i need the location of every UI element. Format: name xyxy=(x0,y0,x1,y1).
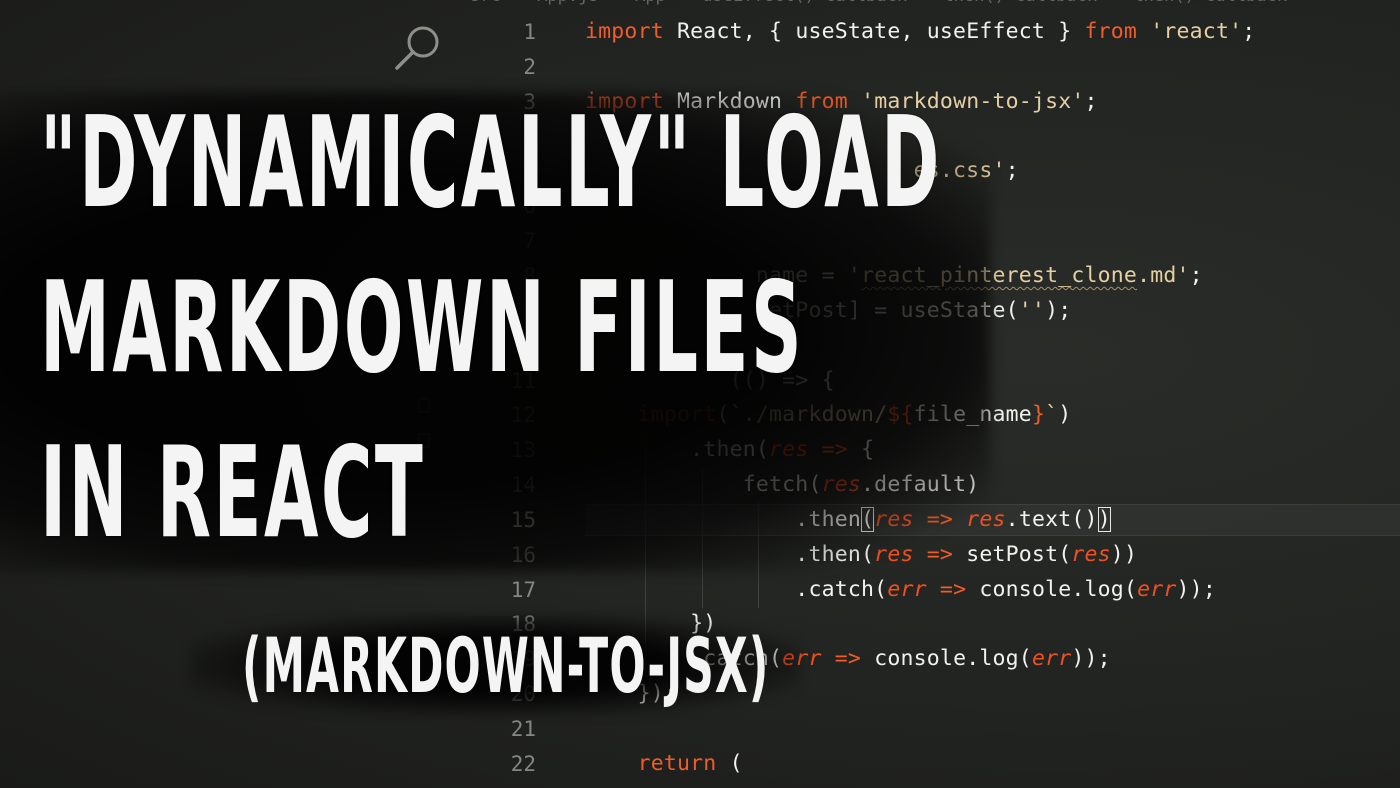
code-token: res xyxy=(1071,541,1111,567)
code-line[interactable]: 21 xyxy=(0,711,1400,747)
code-token: console.log( xyxy=(966,576,1138,602)
code-line[interactable]: 1 import React, { useState, useEffect } f… xyxy=(0,14,1400,50)
line-number: 17 xyxy=(510,577,536,602)
code-token: ); xyxy=(1045,297,1072,323)
code-token: err xyxy=(1031,646,1072,672)
code-token: console.log( xyxy=(861,646,1032,672)
code-token: ` xyxy=(1045,402,1059,428)
code-token: )) xyxy=(1110,541,1138,567)
line-code: import React, { useState, useEffect } fr… xyxy=(585,14,1255,50)
line-number: 1 xyxy=(523,20,536,44)
thumbnail: src ›App.js ›App ›useEffect() callback ›… xyxy=(0,0,1400,788)
code-token: => xyxy=(939,576,967,602)
line-number: 21 xyxy=(510,717,536,741)
title-line-1: "DYNAMICALLY" LOAD xyxy=(40,89,942,236)
code-token: .catch( xyxy=(585,576,888,602)
code-token: ( xyxy=(716,750,743,776)
code-token: ; xyxy=(1242,19,1256,44)
subtitle: (MARKDOWN-TO-JSX) xyxy=(242,621,770,710)
code-token: )); xyxy=(1071,646,1111,672)
code-token: ) xyxy=(1097,506,1111,532)
code-token: => xyxy=(834,646,862,672)
code-token: ; xyxy=(1189,262,1203,288)
code-token: ) xyxy=(1058,402,1072,428)
code-token: React, { useState, useEffect } xyxy=(663,19,1085,44)
line-number: 22 xyxy=(510,751,536,776)
code-token: ; xyxy=(1005,158,1019,184)
title-line-2: MARKDOWN FILES xyxy=(40,254,805,401)
code-token: import xyxy=(585,19,664,44)
code-token: .text() xyxy=(1005,506,1098,532)
code-token: from xyxy=(1084,19,1138,44)
code-token: err xyxy=(1137,576,1177,602)
line-number: 2 xyxy=(523,54,536,79)
code-line[interactable]: 22 return ( xyxy=(0,746,1400,782)
code-token: } xyxy=(1031,402,1046,428)
code-token: '' xyxy=(1018,297,1046,323)
code-token: )); xyxy=(1176,576,1216,602)
code-token: 'react' xyxy=(1150,19,1243,44)
code-line[interactable]: 2 xyxy=(0,49,1400,85)
code-token: .md' xyxy=(1137,262,1190,288)
line-code: .catch(err => console.log(err)); xyxy=(585,572,1216,608)
code-token: ; xyxy=(1084,88,1098,114)
line-code: return ( xyxy=(585,746,743,782)
code-token: return xyxy=(637,750,717,776)
code-line[interactable]: 17 .catch(err => console.log(err)); xyxy=(0,571,1400,608)
code-token: err xyxy=(887,576,927,602)
title-line-3: IN REACT xyxy=(40,419,426,566)
